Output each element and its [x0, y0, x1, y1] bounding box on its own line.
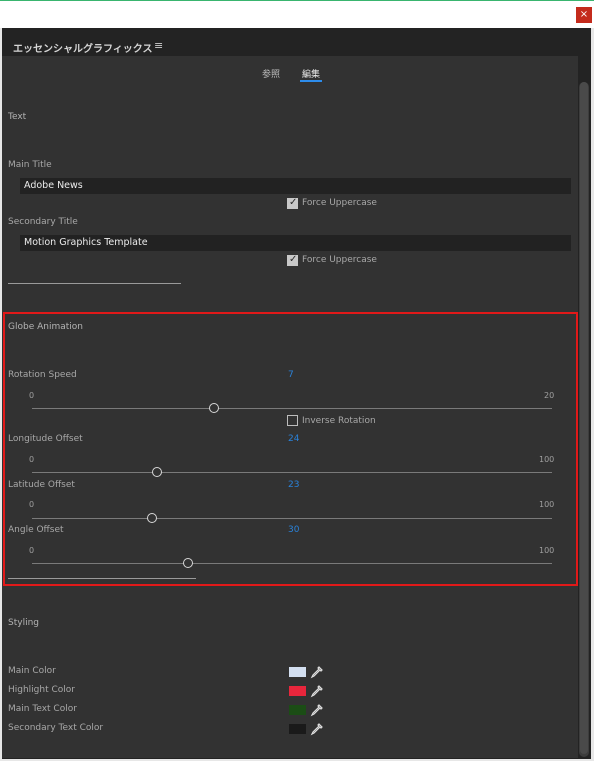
active-tab-indicator — [300, 80, 322, 82]
inverse-rotation-label: Inverse Rotation — [302, 416, 376, 426]
tab-edit[interactable]: 編集 — [302, 67, 320, 80]
scrollbar-thumb[interactable] — [580, 82, 588, 754]
eyedropper-icon[interactable] — [310, 703, 324, 717]
checkmark-icon: ✓ — [289, 197, 298, 208]
highlight-color-label: Highlight Color — [8, 685, 75, 695]
globe-section-divider — [8, 578, 196, 579]
latitude-offset-slider-thumb[interactable] — [146, 513, 157, 523]
section-title-globe-animation: Globe Animation — [8, 322, 83, 332]
angle-offset-slider-track[interactable] — [32, 563, 552, 564]
latitude-offset-value[interactable]: 23 — [288, 480, 299, 490]
eyedropper-icon[interactable] — [310, 665, 324, 679]
secondary-title-input[interactable]: Motion Graphics Template — [20, 235, 571, 251]
angle-offset-label: Angle Offset — [8, 525, 64, 535]
main-title-label: Main Title — [8, 160, 52, 170]
rotation-speed-min: 0 — [29, 391, 35, 400]
rotation-speed-max: 20 — [544, 391, 555, 400]
longitude-offset-value[interactable]: 24 — [288, 434, 299, 444]
rotation-speed-slider-track[interactable] — [32, 408, 552, 409]
latitude-offset-slider-track[interactable] — [32, 518, 552, 519]
rotation-speed-label: Rotation Speed — [8, 370, 77, 380]
angle-offset-value[interactable]: 30 — [288, 525, 299, 535]
window-titlebar — [0, 0, 594, 28]
latitude-offset-label: Latitude Offset — [8, 480, 75, 490]
secondary-text-color-swatch[interactable] — [289, 724, 306, 734]
panel-menu-icon[interactable]: ≡ — [154, 39, 163, 52]
longitude-offset-slider-thumb[interactable] — [151, 467, 162, 477]
secondary-title-label: Secondary Title — [8, 217, 78, 227]
main-title-force-uppercase-label: Force Uppercase — [302, 198, 377, 208]
longitude-offset-slider-track[interactable] — [32, 472, 552, 473]
longitude-offset-min: 0 — [29, 455, 35, 464]
checkmark-icon: ✓ — [289, 254, 298, 265]
angle-offset-slider-thumb[interactable] — [183, 558, 193, 568]
latitude-offset-min: 0 — [29, 500, 35, 509]
main-text-color-label: Main Text Color — [8, 704, 77, 714]
close-button[interactable]: × — [576, 7, 592, 23]
secondary-title-force-uppercase-label: Force Uppercase — [302, 255, 377, 265]
panel-title: エッセンシャルグラフィックス — [13, 44, 153, 55]
text-section-divider — [8, 283, 181, 284]
eyedropper-icon[interactable] — [310, 684, 324, 698]
angle-offset-max: 100 — [539, 546, 555, 555]
longitude-offset-label: Longitude Offset — [8, 434, 83, 444]
secondary-text-color-label: Secondary Text Color — [8, 723, 104, 733]
main-text-color-swatch[interactable] — [289, 705, 306, 715]
rotation-speed-value[interactable]: 7 — [288, 370, 294, 380]
highlight-color-swatch[interactable] — [289, 686, 306, 696]
latitude-offset-max: 100 — [539, 500, 555, 509]
main-color-swatch[interactable] — [289, 667, 306, 677]
angle-offset-min: 0 — [29, 546, 35, 555]
main-title-force-uppercase-checkbox[interactable]: ✓ — [287, 197, 298, 209]
main-title-input[interactable]: Adobe News — [20, 178, 571, 194]
inverse-rotation-checkbox[interactable] — [287, 415, 298, 426]
longitude-offset-max: 100 — [539, 455, 555, 464]
rotation-speed-slider-thumb[interactable] — [209, 403, 219, 413]
section-title-text: Text — [8, 112, 27, 122]
secondary-title-force-uppercase-checkbox[interactable]: ✓ — [287, 254, 298, 266]
tab-browse[interactable]: 参照 — [262, 67, 280, 80]
main-color-label: Main Color — [8, 666, 56, 676]
highlight-box — [3, 312, 578, 586]
section-title-styling: Styling — [8, 618, 39, 628]
eyedropper-icon[interactable] — [310, 722, 324, 736]
